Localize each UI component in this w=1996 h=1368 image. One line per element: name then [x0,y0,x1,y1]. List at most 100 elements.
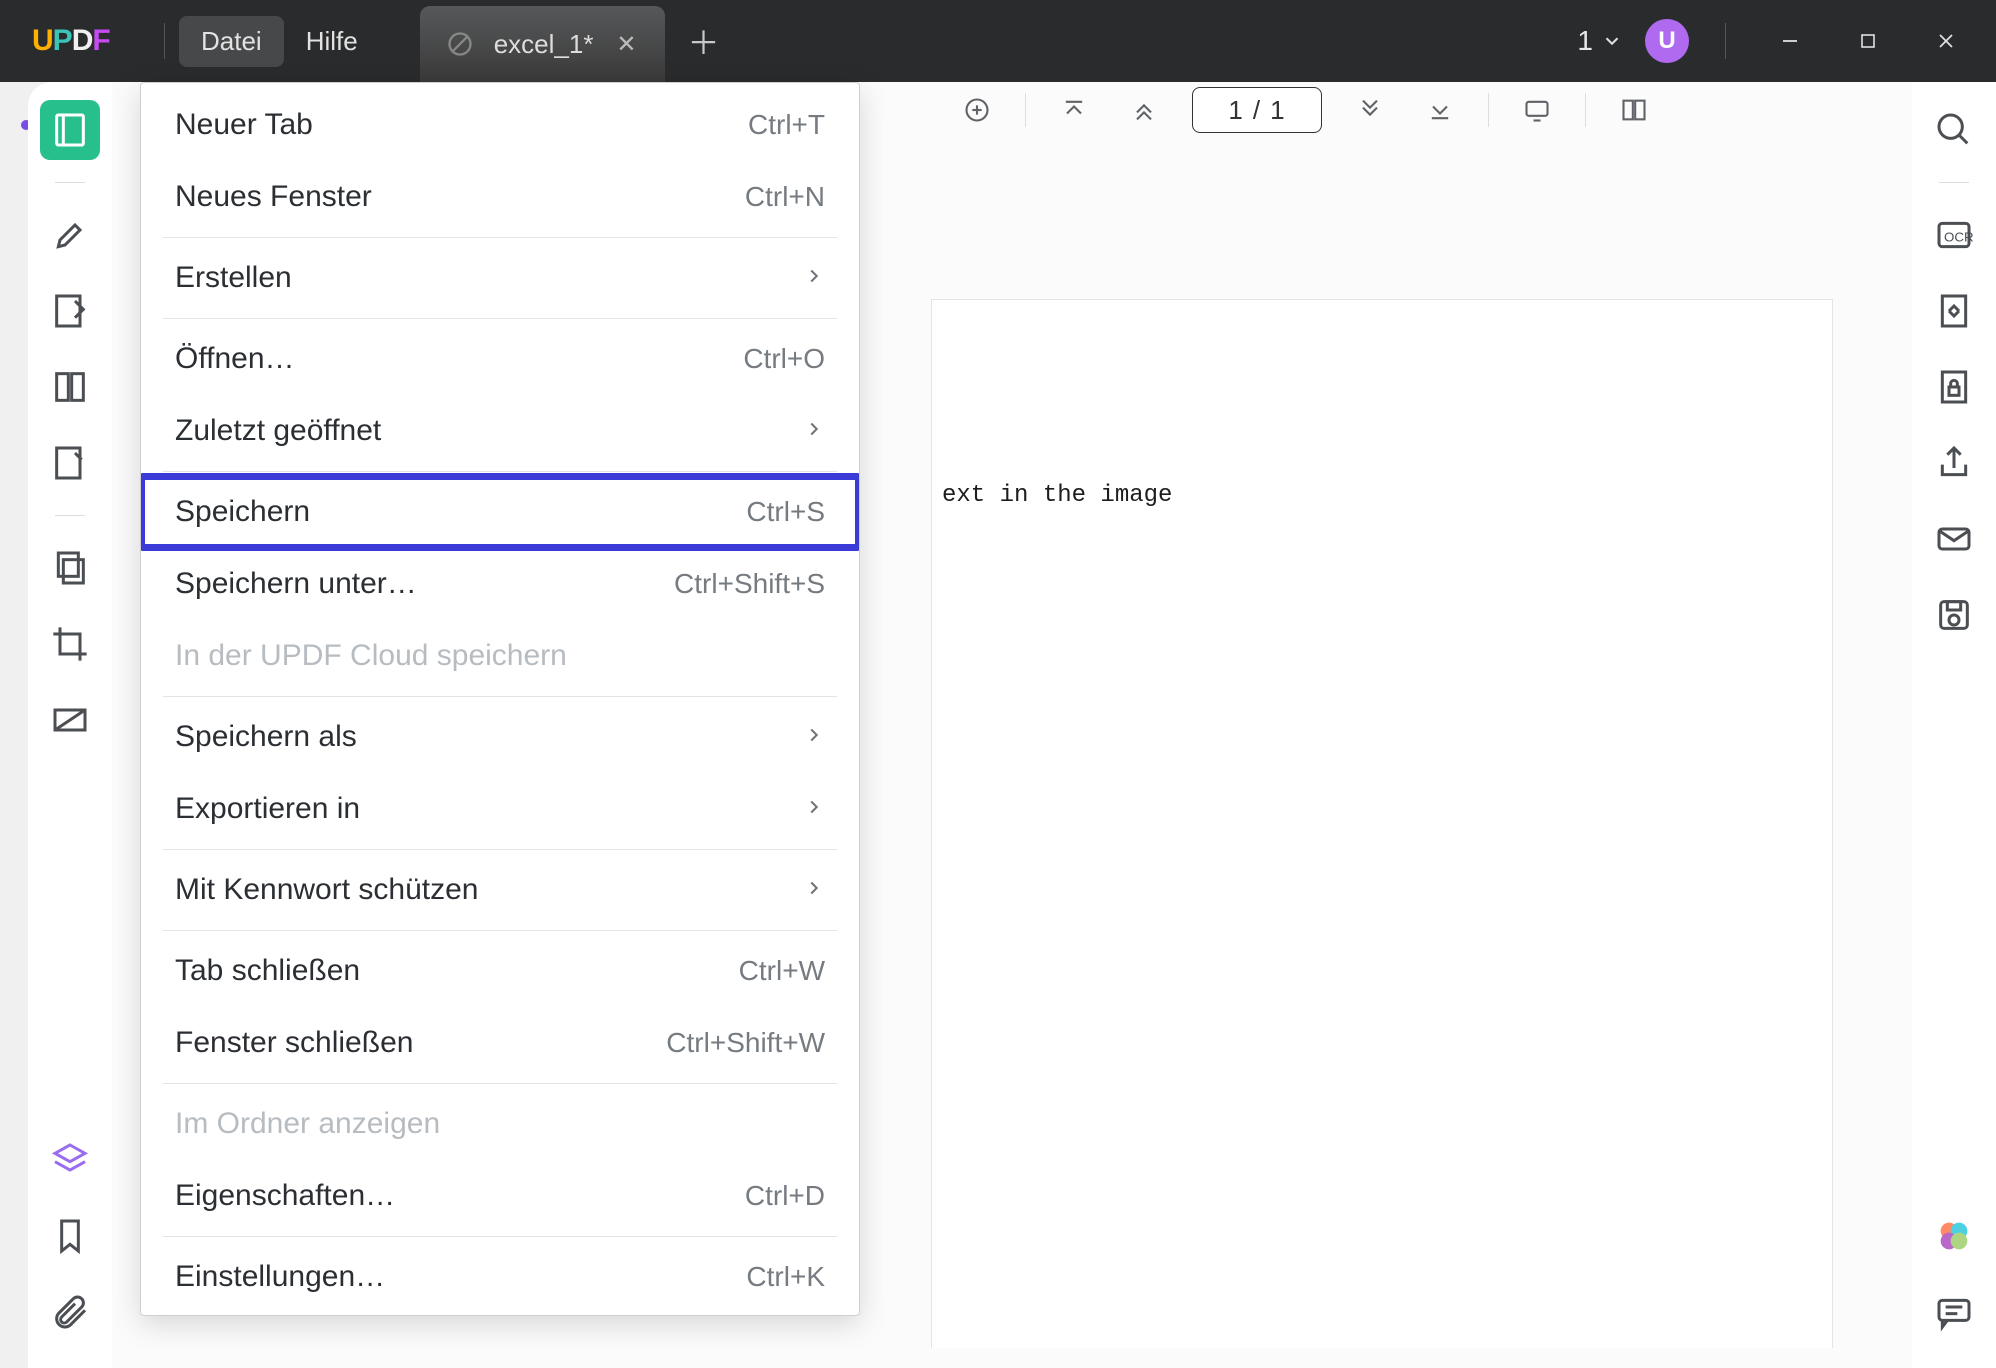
tool-form[interactable] [40,433,100,493]
user-avatar[interactable]: U [1645,19,1689,63]
tab-strip: excel_1* ✕ ＋ [420,0,724,82]
menu-item-settings[interactable]: Einstellungen…Ctrl+K [141,1241,859,1313]
menu-item-save-as-type[interactable]: Speichern als [141,701,859,773]
window-close-button[interactable] [1918,19,1974,63]
menu-item-close-window[interactable]: Fenster schließenCtrl+Shift+W [141,1007,859,1079]
menu-item-label: Öffnen… [175,341,295,377]
ai-flower-icon [1934,1216,1974,1256]
menu-file[interactable]: Datei [179,16,284,67]
compare-button[interactable] [1612,88,1656,132]
menu-item-recent[interactable]: Zuletzt geöffnet [141,395,859,467]
menu-item-save-as[interactable]: Speichern unter… Ctrl+Shift+S [141,548,859,620]
page-sep: / [1253,95,1260,126]
menu-item-reveal: Im Ordner anzeigen [141,1088,859,1160]
tool-redact[interactable] [40,690,100,750]
form-icon [50,443,90,483]
titlebar: UPDF Datei Hilfe excel_1* ✕ ＋ 1 U [0,0,1996,82]
menu-item-label: Einstellungen… [175,1259,385,1295]
last-page-button[interactable] [1418,88,1462,132]
layers-icon [50,1140,90,1180]
window-maximize-button[interactable] [1840,19,1896,63]
menu-item-label: Speichern unter… [175,566,417,602]
divider [1725,23,1726,59]
tool-attachment[interactable] [40,1282,100,1342]
tab-title: excel_1* [494,29,594,60]
menu-item-label: Neuer Tab [175,107,313,143]
edit-page-icon [50,291,90,331]
menu-separator [163,1083,837,1084]
menu-item-open[interactable]: Öffnen…Ctrl+O [141,323,859,395]
tool-save-disk[interactable] [1924,585,1984,645]
menu-item-label: Eigenschaften… [175,1178,395,1214]
tool-ai[interactable] [1924,1206,1984,1266]
tool-search[interactable] [1924,100,1984,160]
mail-icon [1934,519,1974,559]
divider [1025,93,1026,127]
marker-icon [50,215,90,255]
comment-icon [1934,1292,1974,1332]
document-tab[interactable]: excel_1* ✕ [420,6,666,82]
menu-item-shortcut: Ctrl+Shift+S [674,567,825,601]
total-pages: 1 [1270,95,1284,126]
paperclip-icon [50,1292,90,1332]
chevron-right-icon [803,260,825,296]
save-icon [1934,595,1974,635]
chevron-right-icon [803,872,825,908]
menu-separator [163,237,837,238]
menu-item-export[interactable]: Exportieren in [141,773,859,845]
tool-convert[interactable] [1924,281,1984,341]
zoom-in-button[interactable] [955,88,999,132]
menu-item-new-window[interactable]: Neues FensterCtrl+N [141,161,859,233]
menu-item-save-cloud: In der UPDF Cloud speichern [141,620,859,692]
chevrons-up-bar-icon [1060,96,1088,124]
tool-protect[interactable] [1924,357,1984,417]
menu-item-properties[interactable]: Eigenschaften…Ctrl+D [141,1160,859,1232]
tool-reader[interactable] [40,100,100,160]
menu-item-save[interactable]: SpeichernCtrl+S [141,476,859,548]
tool-edit-text[interactable] [40,281,100,341]
divider [1488,93,1489,127]
menu-item-close-tab[interactable]: Tab schließenCtrl+W [141,935,859,1007]
menu-separator [163,930,837,931]
menu-item-create[interactable]: Erstellen [141,242,859,314]
tool-email[interactable] [1924,509,1984,569]
menu-item-shortcut: Ctrl+Shift+W [666,1026,825,1060]
tool-share[interactable] [1924,433,1984,493]
redact-icon [50,700,90,740]
divider [1585,93,1586,127]
next-page-button[interactable] [1348,88,1392,132]
menu-item-label: Speichern als [175,719,357,755]
logo-letter: F [92,24,109,58]
notification-count[interactable]: 1 [1577,25,1623,57]
menu-item-label: Im Ordner anzeigen [175,1106,440,1142]
tool-highlight[interactable] [40,205,100,265]
tool-ocr[interactable]: OCR [1924,205,1984,265]
logo-letter: P [53,24,72,58]
count-value: 1 [1577,25,1593,57]
page-indicator[interactable]: 1 / 1 [1192,87,1322,133]
chevrons-down-icon [1356,96,1384,124]
prev-page-button[interactable] [1122,88,1166,132]
menu-item-label: Tab schließen [175,953,360,989]
ocr-icon: OCR [1934,215,1974,255]
window-minimize-button[interactable] [1762,19,1818,63]
presentation-button[interactable] [1515,88,1559,132]
menu-item-protect[interactable]: Mit Kennwort schützen [141,854,859,926]
tool-organize[interactable] [40,538,100,598]
chevron-down-icon [1601,30,1623,52]
tool-layers[interactable] [40,1130,100,1190]
right-sidebar: OCR [1912,82,1996,1368]
divider [1939,182,1969,183]
tool-comment[interactable] [1924,1282,1984,1342]
chevron-right-icon [803,719,825,755]
menu-item-new-tab[interactable]: Neuer TabCtrl+T [141,89,859,161]
menu-help[interactable]: Hilfe [284,16,380,67]
tool-crop[interactable] [40,614,100,674]
new-tab-button[interactable]: ＋ [683,21,723,61]
unsaved-indicator-icon [446,30,474,58]
tool-bookmark[interactable] [40,1206,100,1266]
tab-close-button[interactable]: ✕ [613,31,639,57]
first-page-button[interactable] [1052,88,1096,132]
document-page: ext in the image [932,300,1832,1348]
tool-pages[interactable] [40,357,100,417]
